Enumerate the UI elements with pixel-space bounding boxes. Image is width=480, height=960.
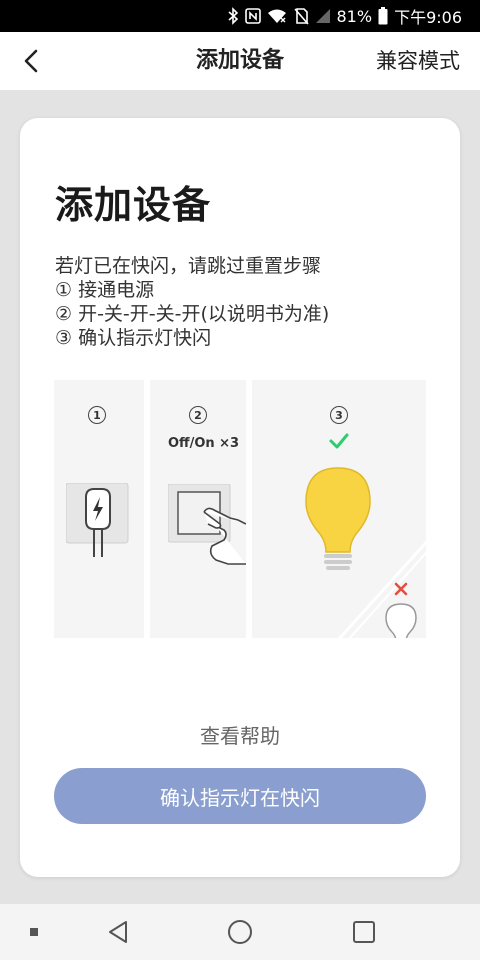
check-icon: [329, 433, 349, 449]
switch-press-icon: [168, 484, 246, 565]
instructions: 若灯已在快闪，请跳过重置步骤 ① 接通电源 ② 开-关-开-关-开(以说明书为准…: [55, 254, 329, 350]
back-button[interactable]: [14, 44, 48, 78]
instruction-line: ③ 确认指示灯快闪: [55, 327, 212, 349]
step-caption: Off/On ×3: [168, 436, 240, 451]
step-panel-3: 3: [252, 380, 426, 638]
compat-mode-button[interactable]: 兼容模式: [376, 32, 460, 90]
lightbulb-off-icon: [385, 603, 417, 638]
nfc-icon: [244, 0, 261, 32]
reset-steps-illustration: 1 2 Off/On ×3 3: [54, 380, 426, 638]
cross-icon: [394, 582, 408, 596]
step-number: 2: [189, 406, 207, 424]
step-number: 3: [330, 406, 348, 424]
wifi-icon: [267, 0, 287, 32]
battery-percent: 81%: [336, 6, 373, 26]
step-number: 1: [88, 406, 106, 424]
chevron-left-icon: [24, 49, 38, 73]
power-plug-icon: [66, 483, 129, 557]
recents-square-icon[interactable]: [342, 904, 386, 960]
instruction-line: 若灯已在快闪，请跳过重置步骤: [55, 255, 322, 277]
status-bar: 81% 下午9:06: [0, 0, 480, 32]
back-triangle-icon[interactable]: [96, 904, 140, 960]
step-panel-2: 2 Off/On ×3: [150, 380, 246, 638]
status-time: 下午9:06: [394, 8, 462, 27]
instruction-line: ① 接通电源: [55, 279, 155, 301]
confirm-blinking-button[interactable]: 确认指示灯在快闪: [54, 768, 426, 824]
signal-icon: [315, 0, 331, 32]
home-circle-icon[interactable]: [218, 904, 262, 960]
add-device-card: 添加设备 若灯已在快闪，请跳过重置步骤 ① 接通电源 ② 开-关-开-关-开(以…: [20, 118, 460, 877]
no-sim-icon: [293, 0, 309, 32]
help-link[interactable]: 查看帮助: [20, 720, 460, 749]
instruction-line: ② 开-关-开-关-开(以说明书为准): [55, 303, 330, 325]
battery-icon: [378, 0, 388, 32]
bluetooth-icon: [227, 0, 239, 32]
dot-icon[interactable]: [24, 904, 44, 960]
step-panel-1: 1: [54, 380, 144, 638]
card-title: 添加设备: [55, 183, 212, 227]
header-bar: 添加设备 兼容模式: [0, 32, 480, 90]
system-nav-bar: [0, 904, 480, 960]
